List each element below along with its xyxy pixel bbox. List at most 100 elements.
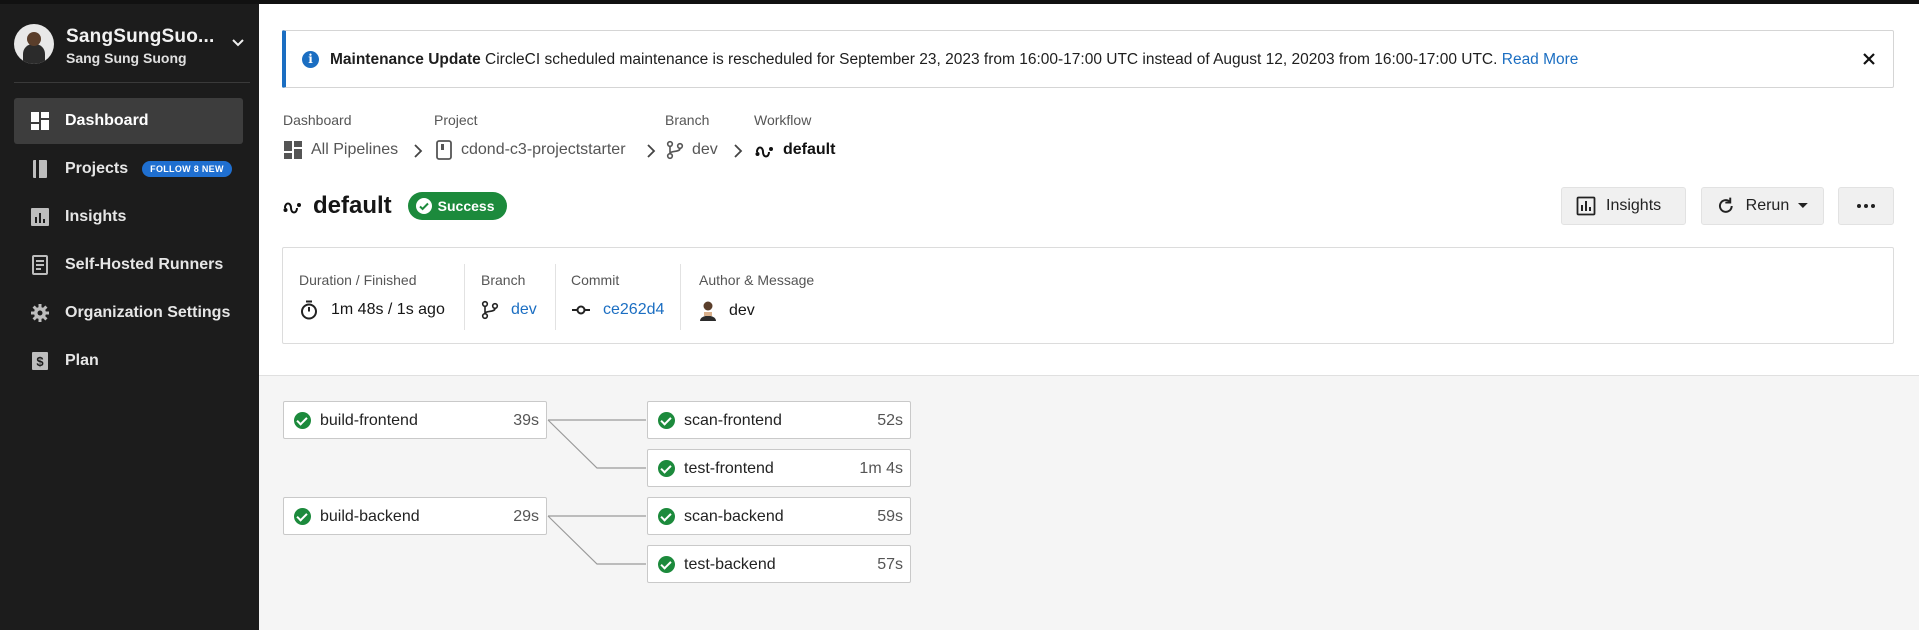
rerun-button[interactable]: Rerun xyxy=(1701,187,1824,225)
job-test-frontend[interactable]: test-frontend 1m 4s xyxy=(647,449,911,487)
workflow-icon xyxy=(283,202,301,214)
job-duration: 29s xyxy=(513,508,539,525)
avatar xyxy=(14,24,54,64)
job-duration: 1m 4s xyxy=(859,460,903,477)
author-value: dev xyxy=(699,300,755,322)
rerun-label: Rerun xyxy=(1745,197,1790,214)
sidebar-item-plan[interactable]: $ Plan xyxy=(14,338,243,384)
divider xyxy=(464,264,465,330)
alert-text: Maintenance Update CircleCI scheduled ma… xyxy=(330,51,1578,69)
read-more-link[interactable]: Read More xyxy=(1502,51,1579,68)
plan-icon: $ xyxy=(32,352,48,370)
chevron-right-icon xyxy=(734,144,743,158)
duration-text: 1m 48s / 1s ago xyxy=(331,301,445,318)
job-name: test-frontend xyxy=(684,460,774,477)
dashboard-icon xyxy=(31,112,49,130)
commit-label: Commit xyxy=(571,272,620,288)
success-icon xyxy=(658,556,675,573)
job-scan-frontend[interactable]: scan-frontend 52s xyxy=(647,401,911,439)
workflow-name: default xyxy=(313,192,392,219)
close-icon[interactable] xyxy=(1859,49,1879,69)
sidebar-item-label: Insights xyxy=(65,208,127,225)
breadcrumb-label-project: Project xyxy=(434,112,478,128)
sidebar-item-label: Plan xyxy=(65,352,99,369)
chevron-right-icon xyxy=(647,144,656,158)
branch-label: Branch xyxy=(481,272,526,288)
job-build-backend[interactable]: build-backend 29s xyxy=(283,497,547,535)
workflow-icon xyxy=(755,146,773,158)
divider xyxy=(555,264,556,330)
commit-column: Commit ce262d4 xyxy=(571,248,671,345)
branch-text: dev xyxy=(511,301,537,318)
follow-badge[interactable]: FOLLOW 8 NEW xyxy=(142,161,232,177)
info-icon: i xyxy=(302,51,319,68)
job-scan-backend[interactable]: scan-backend 59s xyxy=(647,497,911,535)
breadcrumb-text: dev xyxy=(692,141,718,158)
org-subtitle: Sang Sung Suong xyxy=(66,50,187,66)
sidebar-item-insights[interactable]: Insights xyxy=(14,194,243,240)
svg-text:$: $ xyxy=(36,354,44,369)
author-column: Author & Message dev xyxy=(699,248,899,345)
job-test-backend[interactable]: test-backend 57s xyxy=(647,545,911,583)
job-build-frontend[interactable]: build-frontend 39s xyxy=(283,401,547,439)
sidebar-item-organization-settings[interactable]: Organization Settings xyxy=(14,290,243,336)
breadcrumb-all-pipelines[interactable]: All Pipelines xyxy=(283,140,398,160)
sidebar-item-dashboard[interactable]: Dashboard xyxy=(14,98,243,144)
gear-icon xyxy=(31,304,49,322)
sidebar-item-label: Projects xyxy=(65,160,129,177)
check-circle-icon xyxy=(415,198,432,214)
sidebar-item-self-hosted-runners[interactable]: Self-Hosted Runners xyxy=(14,242,243,288)
jobs-graph: build-frontend 39s scan-frontend 52s tes… xyxy=(259,376,1919,630)
rerun-icon xyxy=(1718,197,1733,213)
insights-icon xyxy=(1576,196,1596,216)
commit-text: ce262d4 xyxy=(603,301,665,318)
avatar xyxy=(700,301,716,321)
sidebar-item-projects[interactable]: Projects FOLLOW 8 NEW xyxy=(14,146,243,192)
maintenance-alert: i Maintenance Update CircleCI scheduled … xyxy=(282,30,1894,88)
sidebar-item-label: Dashboard xyxy=(65,112,149,129)
project-icon xyxy=(436,140,452,160)
workflow-title: default Success xyxy=(283,192,507,220)
job-name: test-backend xyxy=(684,556,776,573)
job-duration: 57s xyxy=(877,556,903,573)
insights-label: Insights xyxy=(1606,197,1662,214)
org-switcher[interactable]: SangSungSuo... Sang Sung Suong xyxy=(14,22,246,70)
duration-column: Duration / Finished 1m 48s / 1s ago xyxy=(299,248,459,345)
insights-icon xyxy=(31,208,49,226)
stopwatch-icon xyxy=(301,300,317,320)
success-icon xyxy=(658,508,675,525)
breadcrumb-label-dashboard: Dashboard xyxy=(283,112,352,128)
branch-icon xyxy=(481,300,499,320)
more-options-button[interactable] xyxy=(1838,187,1894,225)
sidebar-divider xyxy=(14,82,250,83)
breadcrumb-text: All Pipelines xyxy=(311,141,399,158)
alert-message: CircleCI scheduled maintenance is resche… xyxy=(485,51,1498,68)
author-label: Author & Message xyxy=(699,272,815,288)
projects-icon xyxy=(33,160,47,178)
job-duration: 59s xyxy=(877,508,903,525)
success-icon xyxy=(294,412,311,429)
commit-value[interactable]: ce262d4 xyxy=(571,300,664,320)
branch-icon xyxy=(666,140,684,160)
chevron-down-icon[interactable] xyxy=(230,34,246,50)
breadcrumb-branch[interactable]: dev xyxy=(666,140,718,160)
divider xyxy=(680,264,681,330)
success-icon xyxy=(658,460,675,477)
status-text: Success xyxy=(437,198,495,214)
sidebar-item-label: Organization Settings xyxy=(65,304,231,321)
runners-icon xyxy=(32,255,48,275)
breadcrumb-workflow[interactable]: default xyxy=(755,140,835,160)
job-name: scan-frontend xyxy=(684,412,782,429)
breadcrumb-text: cdond-c3-projectstarter xyxy=(461,141,626,158)
alert-title: Maintenance Update xyxy=(330,51,481,68)
duration-value: 1m 48s / 1s ago xyxy=(299,300,445,320)
breadcrumb-project[interactable]: cdond-c3-projectstarter xyxy=(435,140,626,160)
insights-button[interactable]: Insights xyxy=(1561,187,1686,225)
commit-icon xyxy=(572,305,590,315)
breadcrumb-label-branch: Branch xyxy=(665,112,710,128)
branch-value[interactable]: dev xyxy=(481,300,537,320)
main-content: i Maintenance Update CircleCI scheduled … xyxy=(259,4,1919,630)
caret-down-icon xyxy=(1798,203,1809,208)
success-icon xyxy=(294,508,311,525)
breadcrumb-label-workflow: Workflow xyxy=(754,112,812,128)
